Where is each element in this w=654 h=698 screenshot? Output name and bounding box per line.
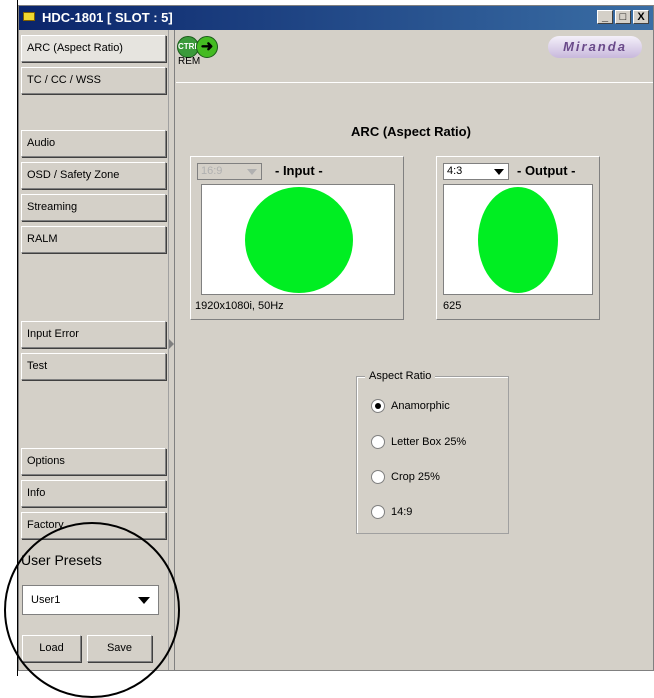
title-bar[interactable]: HDC-1801 [ SLOT : 5] _ □ X (19, 6, 653, 30)
input-title: - Input - (275, 163, 323, 178)
sidebar-item-ralm[interactable]: RALM (21, 226, 166, 253)
sidebar-item-arc[interactable]: ARC (Aspect Ratio) (21, 35, 166, 62)
input-preview (201, 184, 395, 295)
aspect-ratio-group: Aspect Ratio Anamorphic Letter Box 25% C… (356, 370, 509, 534)
output-preview (443, 184, 593, 295)
output-resolution: 625 (443, 300, 462, 312)
output-ratio-select[interactable]: 4:3 (443, 163, 509, 180)
arrow-right-icon[interactable]: ➜ (196, 36, 218, 58)
radio-label-crop[interactable]: Crop 25% (391, 471, 440, 483)
input-ratio-value: 16:9 (201, 165, 223, 177)
input-test-circle (245, 187, 353, 293)
radio-anamorphic[interactable] (371, 399, 385, 413)
radio-letter-box[interactable] (371, 435, 385, 449)
divider (176, 82, 653, 83)
output-title: - Output - (517, 163, 576, 178)
sidebar-item-options[interactable]: Options (21, 448, 166, 475)
radio-label-letter-box[interactable]: Letter Box 25% (391, 436, 466, 448)
sidebar-item-input-error[interactable]: Input Error (21, 321, 166, 348)
sidebar-item-test[interactable]: Test (21, 353, 166, 380)
miranda-logo: Miranda (548, 36, 642, 58)
input-panel: 16:9 - Input - 1920x1080i, 50Hz (190, 156, 404, 320)
radio-label-anamorphic[interactable]: Anamorphic (391, 400, 450, 412)
radio-label-14-9[interactable]: 14:9 (391, 506, 412, 518)
input-resolution: 1920x1080i, 50Hz (195, 300, 284, 312)
sidebar-item-info[interactable]: Info (21, 480, 166, 507)
chevron-down-icon (494, 169, 504, 175)
chevron-down-icon (247, 169, 257, 175)
sidebar-item-audio[interactable]: Audio (21, 130, 166, 157)
output-panel: 4:3 - Output - 625 (436, 156, 600, 320)
radio-14-9[interactable] (371, 505, 385, 519)
output-test-circle (478, 187, 558, 293)
input-ratio-select: 16:9 (197, 163, 262, 180)
annotation-circle (4, 522, 180, 698)
window-title: HDC-1801 [ SLOT : 5] (42, 10, 173, 25)
radio-crop[interactable] (371, 470, 385, 484)
aspect-ratio-legend: Aspect Ratio (365, 370, 436, 382)
app-icon (23, 12, 35, 21)
expand-arrow-icon[interactable] (169, 339, 174, 349)
sidebar-item-osd-safety-zone[interactable]: OSD / Safety Zone (21, 162, 166, 189)
main-panel: CTRL ➜ REM Miranda ARC (Aspect Ratio) 16… (176, 30, 653, 670)
output-ratio-value: 4:3 (447, 165, 463, 177)
close-button[interactable]: X (633, 10, 649, 24)
sidebar-item-streaming[interactable]: Streaming (21, 194, 166, 221)
sidebar-item-tc-cc-wss[interactable]: TC / CC / WSS (21, 67, 166, 94)
maximize-button[interactable]: □ (615, 10, 631, 24)
minimize-button[interactable]: _ (597, 10, 613, 24)
rem-label: REM (178, 56, 201, 67)
page-title: ARC (Aspect Ratio) (351, 124, 471, 139)
